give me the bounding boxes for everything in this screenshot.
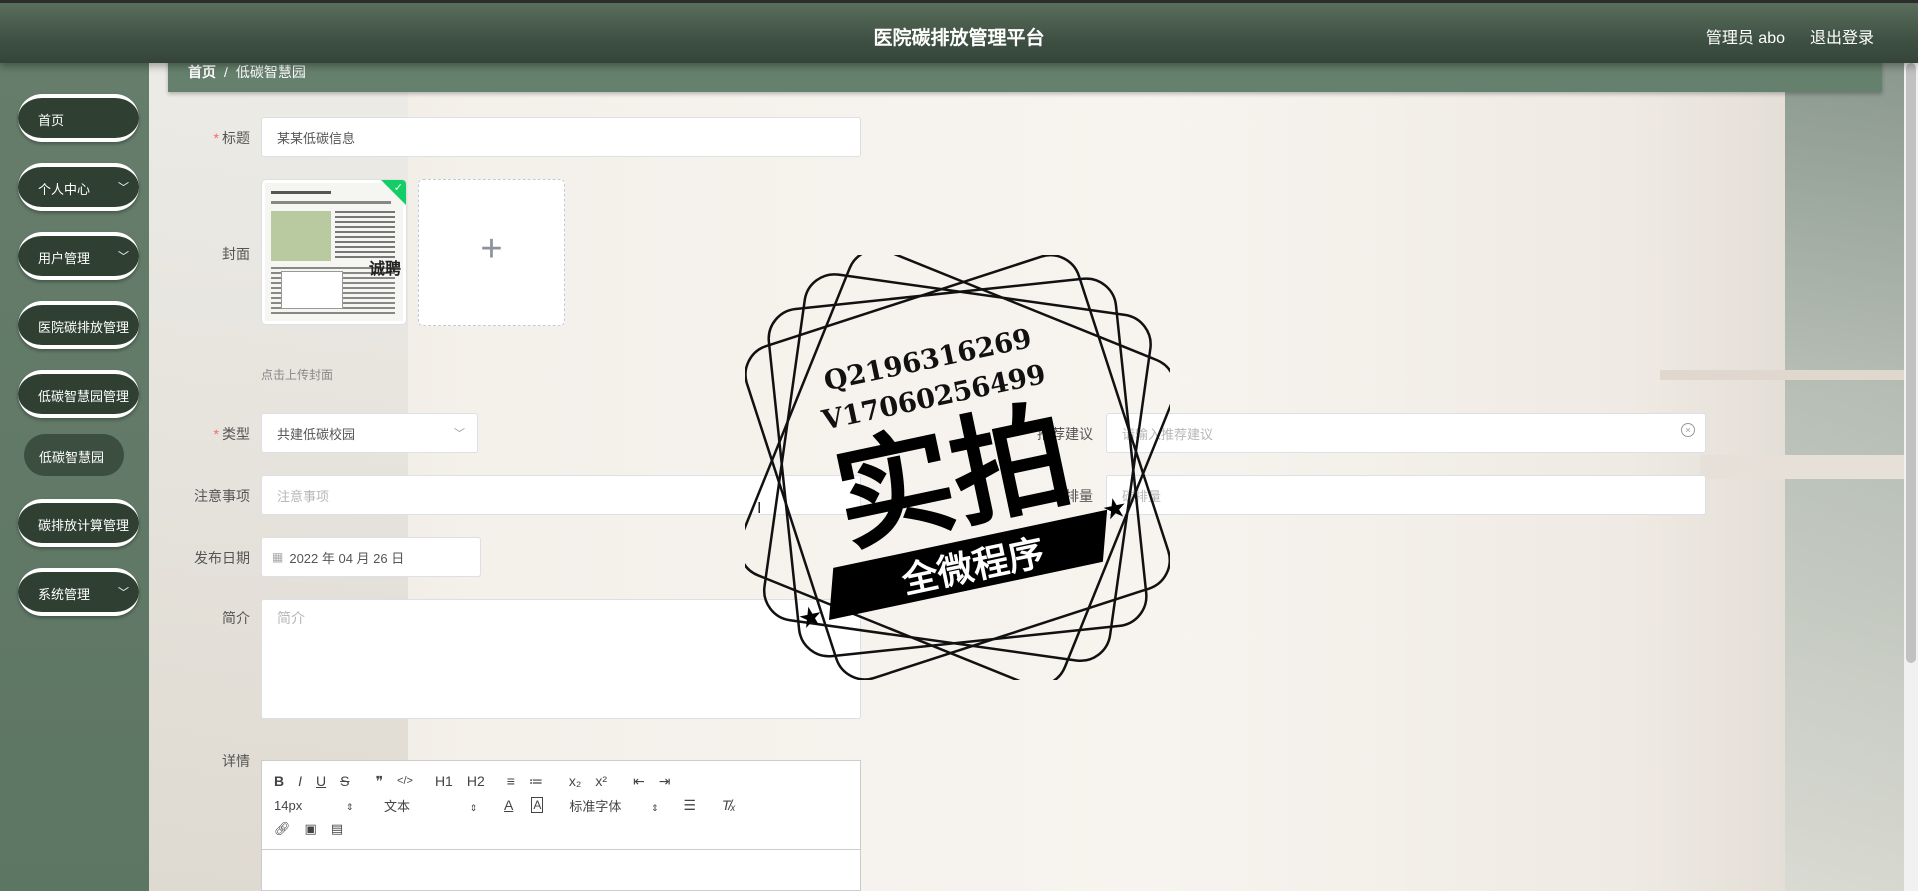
outdent-button[interactable]: ⇤ — [633, 773, 645, 790]
chevron-down-icon: ﹀ — [118, 587, 129, 599]
font-size-select[interactable]: 14px ⇕ — [274, 798, 364, 813]
chevron-down-icon: ﹀ — [454, 428, 465, 440]
newspaper-image: 诚聘 — [265, 183, 403, 321]
sidebar-item-label: 个人中心 — [38, 182, 91, 197]
title-label: * 标题 — [213, 130, 250, 146]
cover-upload-hint: 点击上传封面 — [261, 368, 334, 382]
font-family-select[interactable]: 标准字体 ⇕ — [569, 796, 669, 815]
carbon-input[interactable]: 碳排量 — [1106, 475, 1706, 515]
editor-toolbar-row-2: 14px ⇕ 文本 ⇕ A A 标准字体 ⇕ ☰ T̸ₓ — [274, 794, 750, 816]
text-style-select[interactable]: 文本 ⇕ — [384, 796, 504, 815]
underline-button[interactable]: U — [316, 773, 326, 789]
bullet-list-button[interactable]: ≔ — [529, 773, 543, 790]
notes-label: 注意事项 — [194, 488, 250, 504]
sidebar-item-low-carbon-park[interactable]: 低碳智慧园管理 — [18, 370, 139, 418]
type-label: * 类型 — [213, 426, 250, 442]
sidebar-item-label: 医院碳排放管理 — [38, 320, 130, 335]
logout-button[interactable]: 退出登录 — [1810, 24, 1874, 48]
admin-username: 管理员 abo — [1705, 30, 1785, 47]
blockquote-button[interactable]: ❞ — [375, 773, 383, 790]
sidebar-item-label: 首页 — [38, 113, 65, 128]
clear-format-icon[interactable]: T̸ₓ — [722, 797, 736, 813]
font-color-icon[interactable]: A — [504, 797, 513, 813]
sidebar-item-carbon-calc[interactable]: 碳排放计算管理 — [18, 499, 139, 547]
subscript-button[interactable]: x₂ — [569, 773, 581, 789]
sidebar-item-system-management[interactable]: 系统管理 ﹀ — [18, 568, 139, 616]
date-label: 发布日期 — [194, 550, 250, 566]
sidebar-item-hospital-carbon[interactable]: 医院碳排放管理 — [18, 301, 139, 349]
cover-label: 封面 — [222, 246, 250, 262]
breadcrumb-separator: / — [224, 64, 228, 80]
indent-button[interactable]: ⇥ — [659, 773, 671, 790]
superscript-button[interactable]: x² — [595, 773, 607, 789]
type-select[interactable]: 共建低碳校园 ﹀ — [261, 413, 478, 453]
bold-button[interactable]: B — [274, 773, 284, 789]
check-icon: ✓ — [393, 182, 403, 194]
page-scrollbar-thumb[interactable] — [1906, 63, 1916, 663]
clear-icon[interactable]: × — [1681, 423, 1695, 437]
recommend-input[interactable]: 请输入推荐建议 × — [1106, 413, 1706, 453]
background-shelf — [1700, 455, 1918, 479]
watermark-stamp: Q2196316269 V17060256499 实拍 全微程序 ★ ★ — [745, 255, 1170, 680]
cover-thumbnail[interactable]: 诚聘 ✓ — [261, 179, 407, 325]
sidebar: 首页 个人中心 ﹀ 用户管理 ﹀ 医院碳排放管理 低碳智慧园管理 低碳智慧园 碳… — [0, 63, 149, 891]
video-icon[interactable]: ▤ — [331, 821, 343, 837]
cover-upload-button[interactable]: + — [418, 179, 565, 326]
editor-toolbar-row-1: B I U S ❞ </> H1 H2 ≡ ≔ x₂ x² ⇤ ⇥ — [274, 770, 685, 792]
sidebar-item-label: 系统管理 — [38, 587, 91, 602]
editor-divider — [262, 849, 860, 850]
background-shelf-small — [1660, 370, 1918, 380]
app-title: 医院碳排放管理平台 — [873, 28, 1045, 49]
breadcrumb-home[interactable]: 首页 — [188, 64, 216, 80]
title-input[interactable]: 某某低碳信息 — [261, 117, 861, 157]
detail-label: 详情 — [222, 753, 250, 769]
heading1-button[interactable]: H1 — [435, 773, 453, 789]
date-picker[interactable]: ▦ 2022 年 04 月 26 日 — [261, 537, 481, 577]
intro-label: 简介 — [222, 610, 250, 626]
background-color-icon[interactable]: A — [531, 797, 544, 813]
strike-button[interactable]: S — [340, 773, 349, 789]
italic-button[interactable]: I — [298, 773, 302, 789]
sidebar-subitem-label: 低碳智慧园 — [39, 450, 105, 465]
plus-icon: + — [480, 228, 503, 270]
sidebar-item-personal-center[interactable]: 个人中心 ﹀ — [18, 163, 139, 211]
rich-text-editor[interactable]: B I U S ❞ </> H1 H2 ≡ ≔ x₂ x² ⇤ ⇥ 14px ⇕… — [261, 760, 861, 891]
sidebar-item-label: 用户管理 — [38, 251, 91, 266]
top-bar: 医院碳排放管理平台 管理员 abo 退出登录 — [0, 0, 1918, 63]
image-icon[interactable]: ▣ — [305, 821, 317, 837]
sidebar-item-home[interactable]: 首页 — [18, 94, 139, 142]
heading2-button[interactable]: H2 — [467, 773, 485, 789]
chevron-down-icon: ﹀ — [118, 251, 129, 263]
ordered-list-button[interactable]: ≡ — [507, 773, 515, 789]
sidebar-item-user-management[interactable]: 用户管理 ﹀ — [18, 232, 139, 280]
editor-toolbar-row-3: 🔗︎ ▣ ▤ — [274, 818, 357, 840]
chevron-down-icon: ﹀ — [118, 182, 129, 194]
sidebar-item-label: 碳排放计算管理 — [38, 518, 130, 533]
star-icon: ★ — [795, 599, 826, 635]
sidebar-subitem-low-carbon-park[interactable]: 低碳智慧园 — [24, 434, 124, 476]
calendar-icon: ▦ — [272, 550, 284, 564]
sidebar-item-label: 低碳智慧园管理 — [38, 389, 130, 404]
link-icon[interactable]: 🔗︎ — [274, 821, 291, 837]
star-icon: ★ — [1099, 491, 1130, 527]
code-block-button[interactable]: </> — [397, 775, 413, 787]
align-icon[interactable]: ☰ — [683, 797, 696, 814]
breadcrumb-current: 低碳智慧园 — [235, 64, 306, 80]
